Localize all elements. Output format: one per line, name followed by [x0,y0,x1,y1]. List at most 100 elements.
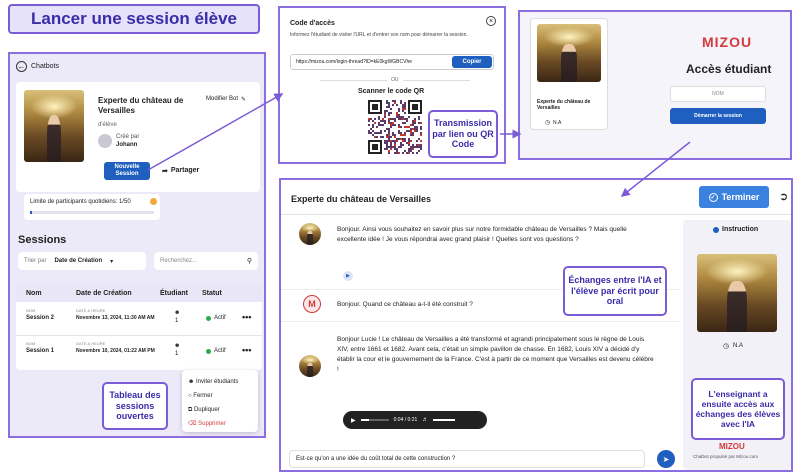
access-title: Code d'accès [290,20,335,27]
row-date-top: DATE & HEURE [76,308,106,313]
student-brand: MIZOU [702,34,753,50]
search-input[interactable]: Recherchez... ⚲ [154,252,258,270]
table-row[interactable]: NOM Session 2 DATE & HEURE Novembre 13, … [16,304,262,334]
col-status: Statut [202,289,222,297]
teacher-callout: L'enseignant a ensuite accès aux échange… [691,378,785,440]
edit-bot-label: Modifier Bot [206,96,239,102]
transmission-callout: Transmission par lien ou QR Code [428,110,498,158]
row-students: 1 [175,318,179,324]
context-menu: ☻ Inviter étudiants ○ Fermer ⧉ Dupliquer… [182,370,258,432]
row-date: Novembre 13, 2024, 11:30 AM AM [76,315,155,321]
instruction-portrait [697,254,777,332]
powered-by: Chatbot propulsé par Mizou.com [693,454,759,459]
close-icon[interactable]: × [486,16,496,26]
info-icon [713,226,719,233]
bot-message-2: Bonjour Lucie ! Le château de Versailles… [337,336,654,374]
play-icon[interactable]: ▶ [351,417,356,424]
more-icon[interactable]: ••• [242,345,251,355]
user-initial: M [308,299,316,309]
row-name: Session 1 [26,348,55,354]
bot-portrait [24,90,84,162]
lang-icon: ◷ [545,120,551,126]
menu-close[interactable]: ○ Fermer [188,389,252,403]
created-by-name: Johann [116,142,138,148]
sessions-heading: Sessions [18,234,67,246]
share-button[interactable]: ➦ Partager [162,167,199,175]
sort-select[interactable]: Trier par Date de Création ▾ [18,252,146,270]
finish-button[interactable]: ✓ Terminer [699,186,769,208]
audio-mini-button[interactable]: ▶ [343,271,353,281]
chat-panel: Experte du château de Versailles ✓ Termi… [279,178,793,472]
row-name-top: NOM [26,341,36,346]
trash-icon: ⌫ [188,421,197,427]
or-label: OU [387,77,403,83]
search-placeholder: Recherchez... [160,258,198,264]
audio-progress-track[interactable] [360,419,389,421]
instruction-lang: N.A [733,343,744,349]
students-icon: ☻ [174,310,181,316]
new-session-button[interactable]: Nouvelle Session [104,162,150,180]
access-url: https://mizou.com/login-thread?ID=kE0kgW… [296,59,413,65]
chat-title: Experte du château de Versailles [291,194,432,204]
col-date: Date de Création [76,289,132,297]
sessions-callout: Tableau des sessions ouvertes [102,382,168,430]
qr-label: Scanner le code QR [358,88,425,95]
search-icon: ⚲ [246,258,252,265]
invite-icon: ☻ [188,379,195,385]
exchange-callout: Échanges entre l'IA et l'élève par écrit… [563,266,667,316]
bot-preview-name: Experte du château de Versailles [537,99,591,111]
col-students: Étudiant [160,289,188,297]
students-icon: ☻ [174,343,181,349]
exit-icon[interactable]: ➲ [779,190,788,203]
row-status: Actif [214,315,226,321]
created-by-label: Créé par [116,134,140,140]
row-date-top: DATE & HEURE [76,341,106,346]
limit-info-icon [150,198,157,205]
chat-input[interactable]: Est-ce qu'on a une idée du coût total de… [289,450,645,468]
table-header: Nom Date de Création Étudiant Statut [16,284,262,302]
edit-bot-button[interactable]: Modifier Bot ✎ [206,96,246,103]
back-nav[interactable]: ← Chatbots [16,61,59,72]
message-divider [281,321,679,322]
bot-avatar [299,355,321,377]
row-name: Session 2 [26,315,55,321]
sessions-table: Nom Date de Création Étudiant Statut NOM… [16,284,262,370]
audio-time: 0:04 / 0:21 [393,417,418,423]
back-label: Chatbots [31,63,60,70]
volume-track[interactable] [433,419,456,421]
audio-progress-fill [360,419,370,421]
dashboard-panel: ← Chatbots Experte du château de Versail… [8,52,266,438]
audio-player[interactable]: ▶ 0:04 / 0:21 ♬ [343,411,487,429]
student-name-input[interactable]: NOM [670,86,766,102]
table-row[interactable]: NOM Session 1 DATE & HEURE Novembre 10, … [16,337,262,367]
instruction-label: Instruction [722,226,759,233]
share-label: Partager [170,167,200,174]
sidebar-brand: MIZOU [719,442,745,451]
menu-invite[interactable]: ☻ Inviter étudiants [188,375,252,389]
menu-close-label: Fermer [193,393,213,399]
menu-duplicate[interactable]: ⧉ Dupliquer [188,403,252,417]
send-button[interactable]: ➤ [657,450,675,468]
more-icon[interactable]: ••• [242,312,251,322]
row-divider [16,335,262,336]
messages-area: Bonjour. Ainsi vous souhaitez en savoir … [281,215,679,439]
check-circle-icon: ✓ [708,192,718,202]
bot-avatar [299,223,321,245]
bot-preview-portrait [537,24,601,82]
status-dot [206,349,211,354]
limit-progress-fill [30,211,33,214]
menu-delete[interactable]: ⌫ Supprimer [188,417,252,431]
name-placeholder: NOM [712,91,724,97]
row-status: Actif [214,348,226,354]
back-arrow-icon: ← [16,61,27,72]
start-session-button[interactable]: Démarrer la session [670,108,766,124]
bot-sub: d'élève [98,122,117,128]
chat-input-value: Est-ce qu'on a une idée du coût total de… [296,456,456,462]
finish-label: Terminer [721,192,760,202]
sort-label: Trier par [24,258,47,264]
menu-duplicate-label: Dupliquer [193,407,220,413]
copy-button[interactable]: Copier [452,56,492,68]
volume-icon[interactable]: ♬ [422,417,428,423]
instruction-header: Instruction [713,226,758,233]
bot-preview-lang: N.A [553,120,562,126]
